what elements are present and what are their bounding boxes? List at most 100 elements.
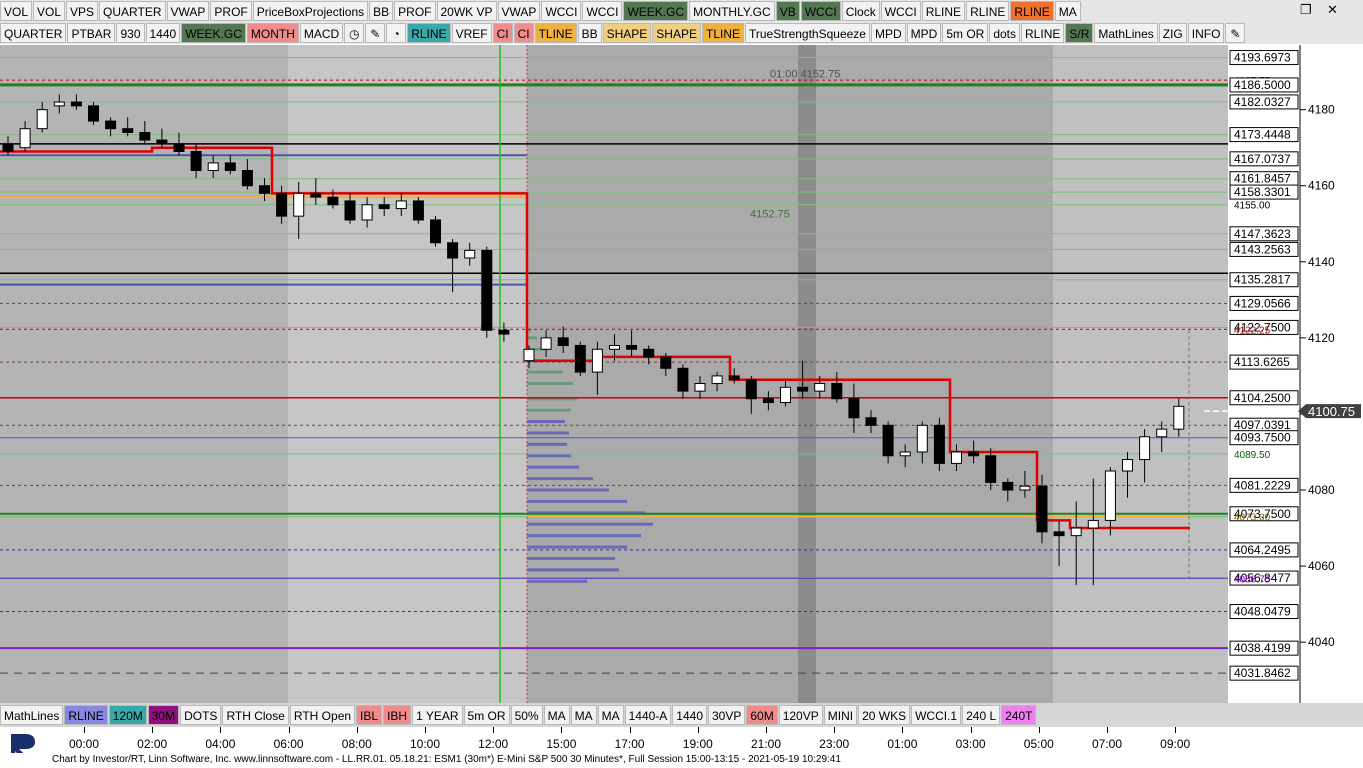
toolbar-button-prof[interactable]: PROF — [210, 1, 252, 21]
price-label: 4122.25 — [1234, 325, 1271, 336]
toolbar-button-mpd[interactable]: MPD — [906, 23, 942, 43]
toolbar-button-rline[interactable]: RLINE — [64, 705, 108, 725]
time-axis-label: 05:00 — [1023, 737, 1054, 751]
pencil-icon[interactable]: ✎ — [365, 23, 386, 43]
toolbar-button-clock[interactable]: Clock — [841, 1, 880, 21]
toolbar-button-ibh[interactable]: IBH — [383, 705, 412, 725]
toolbar-button-s-r[interactable]: S/R — [1065, 23, 1094, 43]
toolbar-button-30m[interactable]: 30M — [147, 705, 180, 725]
toolbar-button-shape[interactable]: SHAPE — [652, 23, 701, 43]
restore-window-icon[interactable]: ❐ — [1300, 2, 1312, 18]
toolbar-button-rline[interactable]: RLINE — [1021, 23, 1065, 43]
toolbar-button-240-l[interactable]: 240 L — [962, 705, 1001, 725]
toolbar-button-tline[interactable]: TLINE — [701, 23, 744, 43]
toolbar-button-bb[interactable]: BB — [577, 23, 602, 43]
price-chart[interactable]: 4152.7501:00 4152.754193.69734187.754186… — [0, 45, 1363, 703]
toolbar-button-info[interactable]: INFO — [1187, 23, 1225, 43]
toolbar-button-mpd[interactable]: MPD — [870, 23, 906, 43]
toolbar-button-quarter[interactable]: QUARTER — [0, 23, 67, 43]
toolbar-button-wcci[interactable]: WCCI — [541, 1, 582, 21]
toolbar-button-60m[interactable]: 60M — [746, 705, 778, 725]
toolbar-button-month[interactable]: MONTH — [246, 23, 299, 43]
toolbar-button-bb[interactable]: BB — [369, 1, 394, 21]
chart-annotation: 01:00 4152.75 — [770, 69, 840, 81]
toolbar-button-ci[interactable]: CI — [513, 23, 534, 43]
toolbar-button-ma[interactable]: MA — [543, 705, 570, 725]
candle-body — [882, 424, 894, 457]
candle-body — [378, 204, 390, 210]
price-label: 4135.2817 — [1234, 273, 1291, 287]
toolbar-button-mathlines[interactable]: MathLines — [1094, 23, 1158, 43]
candle-body — [1173, 405, 1185, 430]
toolbar-button-wcci-1[interactable]: WCCI.1 — [911, 705, 962, 725]
toolbar-button-5m-or[interactable]: 5m OR — [942, 23, 989, 43]
toolbar-button-5m-or[interactable]: 5m OR — [463, 705, 510, 725]
candle-body — [327, 196, 339, 206]
toolbar-button-quarter[interactable]: QUARTER — [99, 1, 166, 21]
toolbar-button-1-year[interactable]: 1 YEAR — [412, 705, 463, 725]
toolbar-button-mathlines[interactable]: MathLines — [0, 705, 64, 725]
toolbar-button-rline[interactable]: RLINE — [1010, 1, 1054, 21]
toolbar-button-rth-close[interactable]: RTH Close — [222, 705, 289, 725]
toolbar-button-930[interactable]: 930 — [116, 23, 145, 43]
toolbar-button-dots[interactable]: DOTS — [180, 705, 222, 725]
toolbar-button-wcci[interactable]: WCCI — [880, 1, 921, 21]
clock-icon[interactable]: ◷ — [344, 23, 365, 43]
toolbar-button-wcci[interactable]: WCCI — [800, 1, 841, 21]
candle-body — [540, 337, 552, 350]
toolbar-button-prof[interactable]: PROF — [394, 1, 436, 21]
close-window-icon[interactable]: ✕ — [1327, 2, 1338, 18]
toolbar-button-30vp[interactable]: 30VP — [708, 705, 746, 725]
toolbar-button-20wk-vp[interactable]: 20WK VP — [436, 1, 497, 21]
candle-body — [344, 200, 356, 221]
toolbar-button-mini[interactable]: MINI — [823, 705, 858, 725]
toolbar-button-shape[interactable]: SHAPE — [602, 23, 652, 43]
toolbar-button-wcci[interactable]: WCCI — [582, 1, 623, 21]
toolbar-button-ibl[interactable]: IBL — [356, 705, 383, 725]
toolbar-button-1440-a[interactable]: 1440-A — [624, 705, 672, 725]
toolbar-button-ma[interactable]: MA — [597, 705, 624, 725]
gauge-icon[interactable]: ◔ — [386, 23, 407, 43]
toolbar-button-ma[interactable]: MA — [1054, 1, 1081, 21]
toolbar-button-50-[interactable]: 50% — [510, 705, 543, 725]
pencil-icon[interactable]: ✎ — [1225, 23, 1246, 43]
toolbar-button-tline[interactable]: TLINE — [534, 23, 577, 43]
toolbar-button-1440[interactable]: 1440 — [672, 705, 707, 725]
toolbar-button-vol[interactable]: VOL — [0, 1, 33, 21]
toolbar-button-rline[interactable]: RLINE — [921, 1, 966, 21]
candle-body — [728, 375, 740, 381]
toolbar-button-ptbar[interactable]: PTBAR — [67, 23, 116, 43]
toolbar-button-240t[interactable]: 240T — [1001, 705, 1037, 725]
toolbar-button-week-gc[interactable]: WEEK.GC — [181, 23, 246, 43]
toolbar-button-rline[interactable]: RLINE — [407, 23, 451, 43]
toolbar-button-20-wks[interactable]: 20 WKS — [858, 705, 911, 725]
toolbar-button-vref[interactable]: VREF — [451, 23, 492, 43]
time-axis: 00:00 02:00 04:00 06:00 08:00 10:00 12:00 15:00… — [0, 727, 1363, 753]
candle-body — [1087, 519, 1099, 529]
toolbar-button-120vp[interactable]: 120VP — [778, 705, 823, 725]
toolbar-button-ci[interactable]: CI — [492, 23, 513, 43]
toolbar-button-macd[interactable]: MACD — [299, 23, 344, 43]
toolbar-button-1440[interactable]: 1440 — [145, 23, 181, 43]
toolbar-button-vps[interactable]: VPS — [66, 1, 99, 21]
toolbar-button-vol[interactable]: VOL — [33, 1, 66, 21]
toolbar-button-ma[interactable]: MA — [570, 705, 597, 725]
toolbar-button-zig[interactable]: ZIG — [1158, 23, 1187, 43]
toolbar-button-week-gc[interactable]: WEEK.GC — [623, 1, 689, 21]
toolbar-button-vwap[interactable]: VWAP — [497, 1, 541, 21]
toolbar-button-rth-open[interactable]: RTH Open — [289, 705, 356, 725]
time-axis-tick — [766, 727, 767, 733]
toolbar-button-truestrengthsqueeze[interactable]: TrueStrengthSqueeze — [745, 23, 870, 43]
candle-body — [105, 120, 117, 130]
toolbar-button-monthly-gc[interactable]: MONTHLY.GC — [689, 1, 775, 21]
toolbar-button-dots[interactable]: dots — [989, 23, 1021, 43]
toolbar-button-120m[interactable]: 120M — [108, 705, 147, 725]
candle-body — [139, 131, 151, 141]
toolbar-button-priceboxprojections[interactable]: PriceBoxProjections — [252, 1, 369, 21]
candle-body — [609, 344, 620, 350]
time-axis-label: 15:00 — [546, 737, 577, 751]
toolbar-button-vwap[interactable]: VWAP — [166, 1, 210, 21]
toolbar-button-rline[interactable]: RLINE — [966, 1, 1010, 21]
time-axis-label: 19:00 — [682, 737, 713, 751]
toolbar-button-vb[interactable]: VB — [775, 1, 800, 21]
